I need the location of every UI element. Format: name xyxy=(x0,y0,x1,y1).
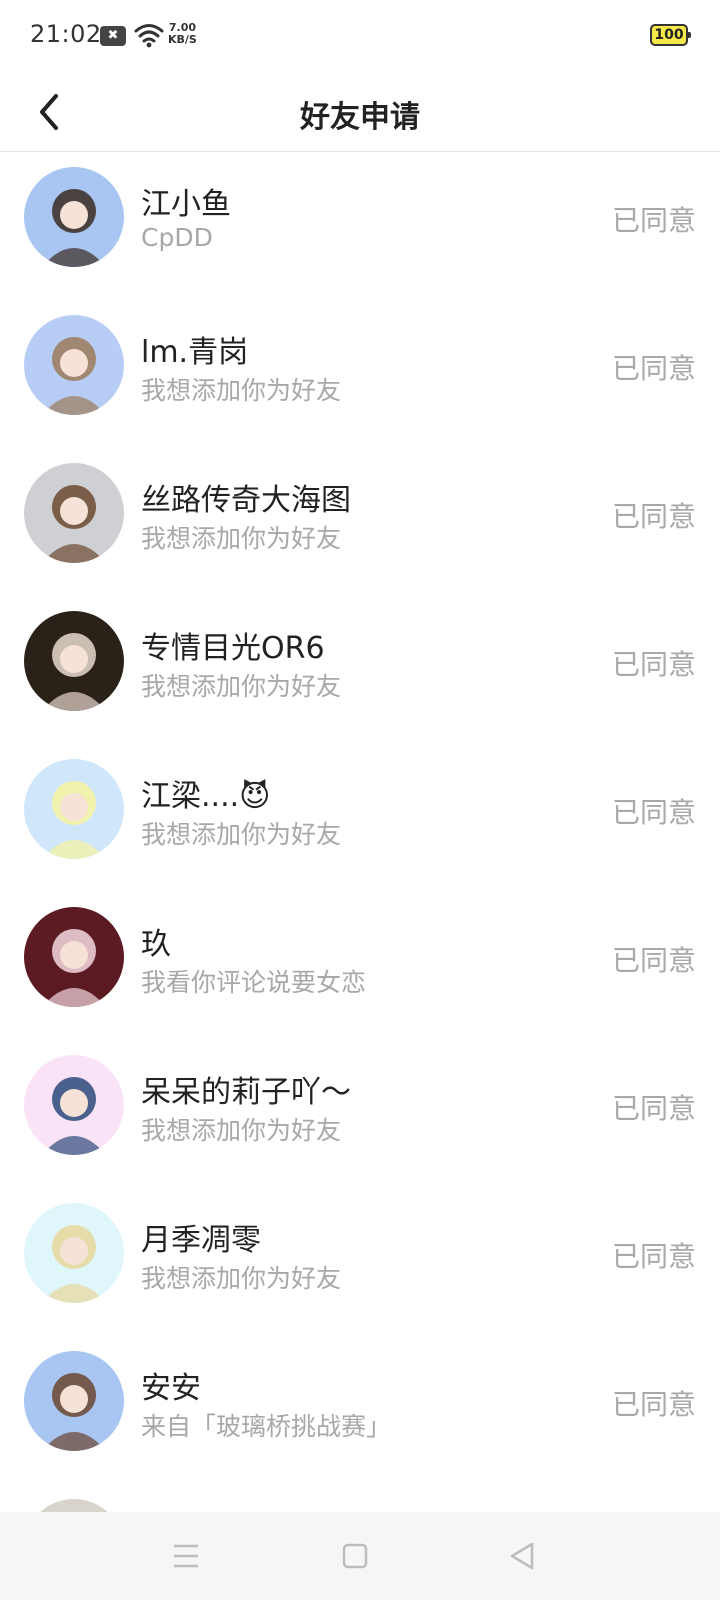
request-status: 已同意 xyxy=(611,1092,696,1125)
wifi-icon xyxy=(134,22,164,52)
request-message: 来自「玻璃桥挑战赛」 xyxy=(141,1412,392,1441)
avatar[interactable] xyxy=(24,759,124,859)
request-status: 已同意 xyxy=(611,500,696,533)
request-status: 已同意 xyxy=(611,352,696,385)
request-name: 月季凋零 xyxy=(141,1223,261,1258)
request-name: 江梁....😈 xyxy=(141,779,271,814)
request-row[interactable]: 月季凋零我想添加你为好友 已同意 xyxy=(0,1189,720,1337)
request-message: 我想添加你为好友 xyxy=(141,1264,342,1293)
request-row[interactable]: 丝路传奇大海图我想添加你为好友 已同意 xyxy=(0,449,720,597)
request-row[interactable]: 江梁....😈 我想添加你为好友 已同意 xyxy=(0,745,720,893)
request-message: 我想添加你为好友 xyxy=(141,376,342,405)
avatar[interactable] xyxy=(24,1055,124,1155)
request-message: 我看你评论说要女恋 xyxy=(141,968,367,997)
request-row[interactable]: 专情目光OR6 我想添加你为好友 已同意 xyxy=(0,597,720,745)
request-name: 安安 xyxy=(141,1371,201,1406)
net-speed: 7.00 KB/S xyxy=(168,22,197,46)
menu-icon xyxy=(174,1544,198,1568)
net-speed-unit: KB/S xyxy=(168,33,197,46)
status-time: 21:02 xyxy=(30,20,102,48)
request-message: 我想添加你为好友 xyxy=(141,820,342,849)
avatar[interactable] xyxy=(24,167,124,267)
battery-icon: 100 xyxy=(650,24,691,46)
avatar[interactable] xyxy=(24,1351,124,1451)
home-button[interactable] xyxy=(335,1536,375,1576)
request-status: 已同意 xyxy=(611,1240,696,1273)
request-name: lm.青岗 xyxy=(141,335,249,370)
request-message: 我想添加你为好友 xyxy=(141,1116,342,1145)
request-name: 江小鱼 xyxy=(141,187,231,222)
request-row[interactable]: 呆呆的莉子吖～ 我想添加你为好友 已同意 xyxy=(0,1041,720,1189)
request-message: 我想添加你为好友 xyxy=(141,672,342,701)
request-name: 丝路传奇大海图 xyxy=(141,483,351,518)
request-row[interactable]: 江小鱼 CpDD 已同意 xyxy=(0,153,720,301)
request-name: 呆呆的莉子吖～ xyxy=(141,1075,351,1110)
request-status: 已同意 xyxy=(611,204,696,237)
request-name: 玖 xyxy=(141,927,171,962)
avatar[interactable] xyxy=(24,611,124,711)
notification-icon: ✖ xyxy=(100,26,126,46)
request-message: CpDD xyxy=(141,223,213,252)
request-row[interactable]: lm.青岗我想添加你为好友 已同意 xyxy=(0,301,720,449)
header: 好友申请 xyxy=(0,72,720,152)
page-title: 好友申请 xyxy=(300,100,420,135)
request-status: 已同意 xyxy=(611,648,696,681)
system-nav-bar xyxy=(0,1512,720,1600)
avatar[interactable] xyxy=(24,1203,124,1303)
back-triangle-icon xyxy=(510,1542,534,1570)
friend-request-list[interactable]: 江小鱼 CpDD 已同意 lm.青岗 我想添加你为好友 已同意 丝路传奇大海图 我想添加你为好… xyxy=(0,153,720,1513)
avatar[interactable] xyxy=(24,315,124,415)
request-row[interactable]: 玖我看你评论说要女恋 已同意 xyxy=(0,893,720,1041)
request-status: 已同意 xyxy=(611,1388,696,1421)
status-bar: 21:02 ✖ 7.00 KB/S 100 xyxy=(0,0,720,72)
request-row[interactable] xyxy=(0,1485,720,1513)
home-square-icon xyxy=(342,1543,368,1569)
request-status: 已同意 xyxy=(611,796,696,829)
avatar[interactable] xyxy=(24,1499,124,1513)
menu-button[interactable] xyxy=(166,1536,206,1576)
request-message: 我想添加你为好友 xyxy=(141,524,342,553)
back-nav-button[interactable] xyxy=(502,1536,542,1576)
avatar[interactable] xyxy=(24,463,124,563)
request-status: 已同意 xyxy=(611,944,696,977)
request-row[interactable]: 安安来自「玻璃桥挑战赛」 已同意 xyxy=(0,1337,720,1485)
request-name: 专情目光OR6 xyxy=(141,631,325,666)
avatar[interactable] xyxy=(24,907,124,1007)
